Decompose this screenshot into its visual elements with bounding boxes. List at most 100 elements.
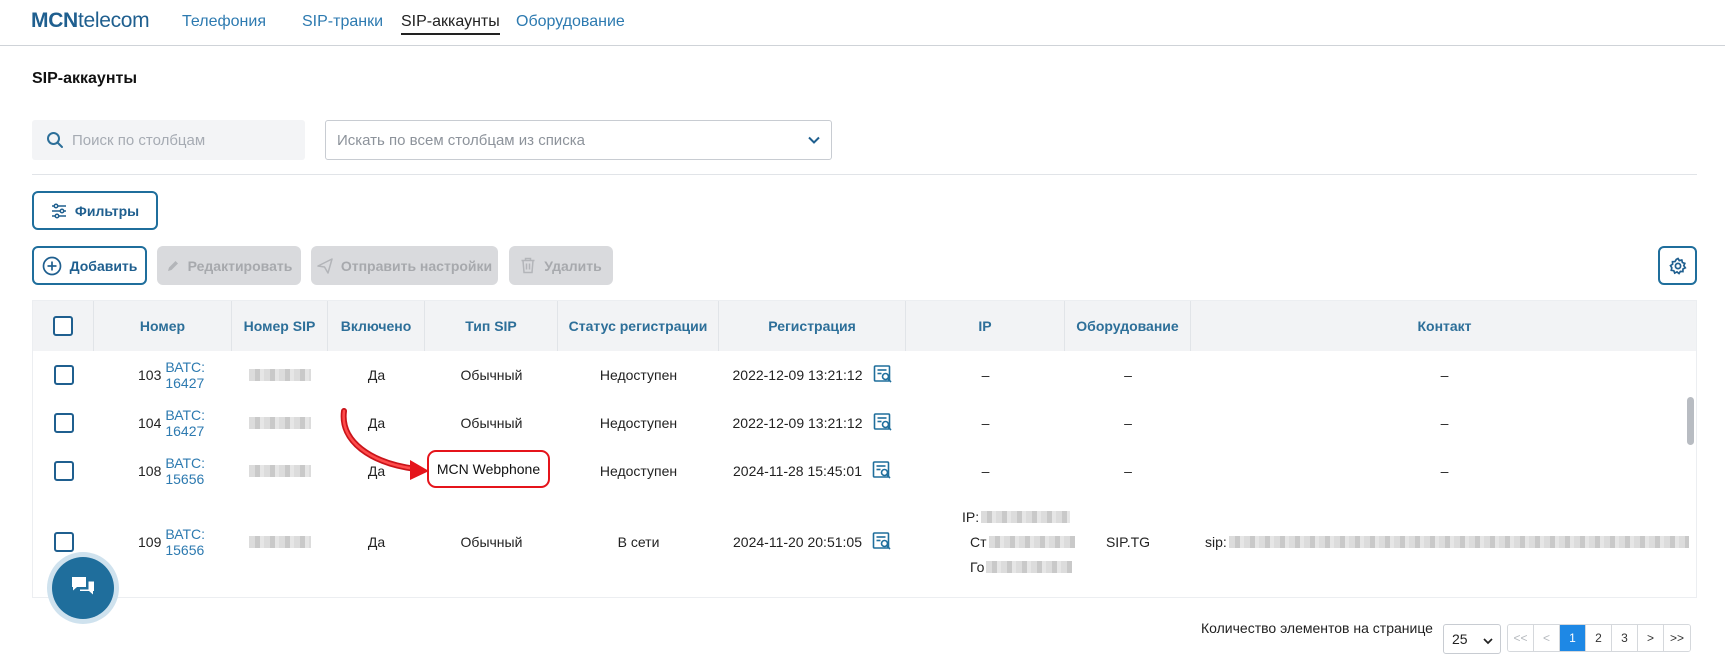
chevron-down-icon: [1482, 634, 1494, 650]
contact-value: –: [1440, 415, 1449, 431]
table-row[interactable]: 109 ВАТС: 15656 Да Обычный В сети 2024-1…: [33, 495, 1696, 589]
delete-button[interactable]: Удалить: [509, 246, 613, 285]
edit-button[interactable]: Редактировать: [157, 246, 301, 285]
column-search-input[interactable]: [72, 120, 297, 160]
filters-button[interactable]: Фильтры: [32, 191, 158, 230]
row-checkbox[interactable]: [53, 461, 74, 481]
page-size-value: 25: [1452, 631, 1468, 647]
vats-link[interactable]: ВАТС: 16427: [165, 407, 232, 439]
chevron-down-icon: [807, 133, 821, 150]
pencil-icon: [166, 259, 180, 273]
page-1-button[interactable]: 1: [1560, 625, 1586, 651]
column-header-reg-status[interactable]: Статус регистрации: [558, 301, 719, 351]
nav-telephony[interactable]: Телефония: [182, 13, 266, 31]
add-button-label: Добавить: [69, 257, 138, 274]
table-row[interactable]: 108 ВАТС: 15656 Да Недоступен 2024-11-28…: [33, 447, 1696, 495]
row-checkbox[interactable]: [53, 413, 74, 433]
search-icon: [46, 131, 64, 152]
sip-number-redacted: [232, 447, 328, 495]
page-2-button[interactable]: 2: [1586, 625, 1612, 651]
row-number: 104: [138, 415, 162, 431]
column-header-ip[interactable]: IP: [906, 301, 1065, 351]
table-row[interactable]: 103 ВАТС: 16427 Да Обычный Недоступен 20…: [33, 351, 1696, 399]
registration-log-icon[interactable]: [872, 531, 892, 554]
ip-value: –: [981, 415, 990, 431]
column-header-sip-type[interactable]: Тип SIP: [425, 301, 558, 351]
annotation-arrow: [340, 408, 429, 480]
equipment-value: SIP.TG: [1105, 534, 1151, 550]
prev-page-button[interactable]: <: [1534, 625, 1560, 651]
ip-details-cell: IP: Ст Го: [906, 495, 1075, 589]
chat-button[interactable]: [52, 557, 114, 619]
page-title: SIP-аккаунты: [32, 70, 137, 87]
nav-equipment[interactable]: Оборудование: [516, 13, 625, 31]
toolbar-divider: [32, 174, 1697, 175]
registration-datetime: 2024-11-20 20:51:05: [733, 534, 862, 550]
reg-status-value: Недоступен: [599, 367, 678, 383]
column-search-box: [32, 120, 305, 160]
filter-sliders-icon: [51, 202, 67, 219]
registration-log-icon[interactable]: [873, 364, 893, 387]
equipment-value: –: [1124, 415, 1132, 431]
registration-log-icon[interactable]: [873, 412, 893, 435]
next-page-button[interactable]: >: [1638, 625, 1664, 651]
table-scrollbar[interactable]: [1687, 397, 1694, 445]
vats-link[interactable]: ВАТС: 15656: [165, 526, 232, 558]
send-settings-button[interactable]: Отправить настройки: [311, 246, 498, 285]
row-number-cell: 103 ВАТС: 16427: [94, 351, 232, 399]
row-number: 108: [138, 463, 162, 479]
column-header-contact[interactable]: Контакт: [1191, 301, 1696, 351]
row-number-cell: 104 ВАТС: 16427: [94, 399, 232, 447]
vats-link[interactable]: ВАТС: 16427: [165, 359, 232, 391]
sip-type-value: Обычный: [460, 367, 523, 383]
column-header-equipment[interactable]: Оборудование: [1065, 301, 1191, 351]
registration-cell: 2022-12-09 13:21:12: [719, 399, 906, 447]
add-button[interactable]: Добавить: [32, 246, 147, 285]
column-header-sip-number[interactable]: Номер SIP: [232, 301, 328, 351]
registration-datetime: 2022-12-09 13:21:12: [732, 367, 863, 383]
enabled-value: Да: [367, 534, 386, 550]
registration-cell: 2024-11-20 20:51:05: [719, 495, 906, 589]
row-checkbox[interactable]: [53, 532, 74, 552]
reg-status-value: В сети: [617, 534, 660, 550]
column-header-registration[interactable]: Регистрация: [719, 301, 906, 351]
reg-status-value: Недоступен: [599, 463, 678, 479]
delete-button-label: Удалить: [544, 257, 602, 274]
ip-line-label: Ст: [970, 534, 987, 550]
brand-logo[interactable]: MCNtelecom: [31, 9, 150, 33]
search-columns-select-placeholder: Искать по всем столбцам из списка: [337, 132, 585, 149]
ip-line-label: IP:: [962, 509, 980, 525]
nav-sip-accounts[interactable]: SIP-аккаунты: [401, 13, 500, 35]
page-3-button[interactable]: 3: [1612, 625, 1638, 651]
row-checkbox[interactable]: [53, 365, 74, 385]
pagination: << < 1 2 3 > >>: [1507, 624, 1691, 652]
row-number-cell: 109 ВАТС: 15656: [94, 495, 232, 589]
registration-cell: 2022-12-09 13:21:12: [719, 351, 906, 399]
row-number-cell: 108 ВАТС: 15656: [94, 447, 232, 495]
first-page-button[interactable]: <<: [1508, 625, 1534, 651]
contact-value: –: [1440, 367, 1449, 383]
column-header-enabled[interactable]: Включено: [328, 301, 425, 351]
edit-button-label: Редактировать: [187, 257, 293, 274]
nav-sip-trunks[interactable]: SIP-транки: [302, 13, 383, 31]
table-row[interactable]: 104 ВАТС: 16427 Да Обычный Недоступен 20…: [33, 399, 1696, 447]
page-size-select[interactable]: 25: [1443, 624, 1501, 654]
column-header-number[interactable]: Номер: [94, 301, 232, 351]
reg-status-value: Недоступен: [599, 415, 678, 431]
sip-type-value: Обычный: [460, 415, 523, 431]
table-settings-button[interactable]: [1658, 246, 1697, 285]
enabled-value: Да: [367, 367, 386, 383]
plus-circle-icon: [42, 256, 62, 276]
vats-link[interactable]: ВАТС: 15656: [165, 455, 232, 487]
sip-type-value: Обычный: [460, 534, 523, 550]
trash-icon: [520, 257, 536, 274]
table-header: Номер Номер SIP Включено Тип SIP Статус …: [33, 301, 1696, 351]
registration-log-icon[interactable]: [872, 460, 892, 483]
contact-prefix: sip:: [1205, 534, 1227, 550]
select-all-checkbox[interactable]: [53, 316, 73, 336]
registration-datetime: 2024-11-28 15:45:01: [733, 463, 862, 479]
last-page-button[interactable]: >>: [1664, 625, 1690, 651]
ip-line-label: Го: [970, 559, 985, 575]
page-size-label: Количество элементов на странице: [1201, 620, 1433, 636]
search-columns-select[interactable]: Искать по всем столбцам из списка: [325, 120, 832, 160]
